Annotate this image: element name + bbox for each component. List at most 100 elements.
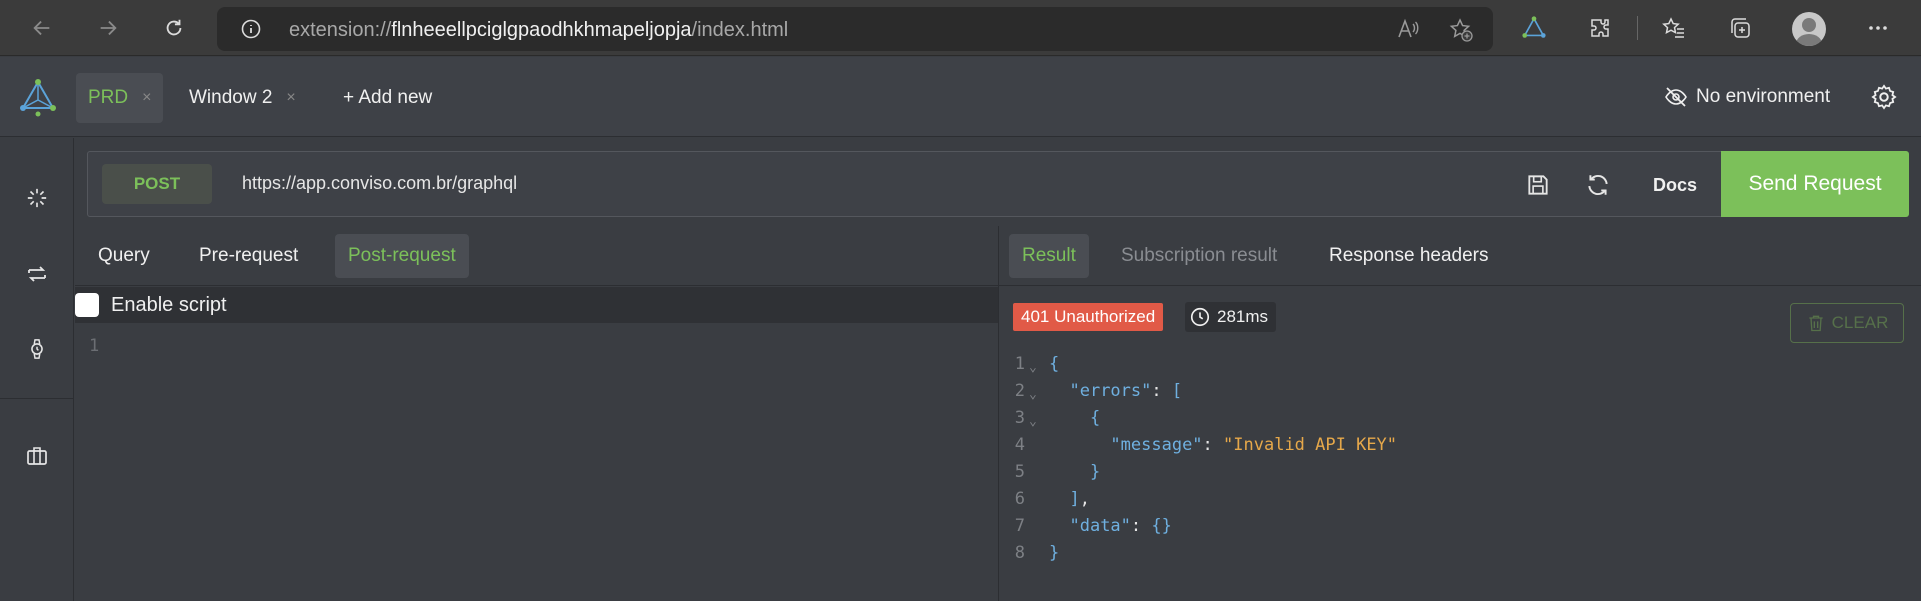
json-key: "data": [1069, 516, 1131, 536]
spinner-icon: [27, 188, 47, 208]
favorites-icon: [1662, 17, 1684, 38]
json-object-value: {}: [1151, 516, 1172, 536]
profile-avatar[interactable]: [1792, 12, 1826, 46]
url-input[interactable]: https://app.conviso.com.br/graphql: [242, 173, 517, 194]
tab-pre-request[interactable]: Pre-request: [186, 234, 311, 278]
watch-icon: [31, 339, 43, 359]
sidebar: [0, 138, 74, 601]
json-string-value: "Invalid API KEY": [1223, 435, 1398, 455]
json-key: "message": [1110, 435, 1203, 455]
response-time-badge: 281ms: [1185, 302, 1277, 332]
method-selector[interactable]: POST: [102, 164, 212, 204]
code-text: {: [1049, 408, 1101, 428]
info-icon[interactable]: [241, 19, 261, 39]
clock-icon: [1190, 307, 1210, 327]
line-number: 5: [1014, 462, 1025, 482]
add-favorite-icon[interactable]: [1449, 18, 1473, 42]
add-new-label: + Add new: [343, 87, 433, 108]
forward-button[interactable]: [90, 10, 126, 46]
json-key: "errors": [1069, 381, 1152, 401]
enable-script-label: Enable script: [111, 293, 227, 316]
result-pane: Result Subscription result Response head…: [999, 226, 1921, 601]
line-number: 6: [1014, 489, 1025, 509]
tab-query[interactable]: Query: [85, 234, 163, 278]
toolbar-divider: [1637, 16, 1638, 40]
query-pane: Query Pre-request Post-request Enable sc…: [75, 226, 998, 601]
settings-gear-icon[interactable]: [1870, 83, 1898, 111]
sidebar-divider: [0, 398, 74, 399]
close-tab-icon[interactable]: ×: [286, 89, 295, 107]
sidebar-item-loading[interactable]: [23, 184, 51, 212]
extensions-button[interactable]: [1586, 14, 1614, 42]
fold-chevron-icon[interactable]: ⌄: [1029, 381, 1037, 408]
collections-icon: [1731, 18, 1750, 38]
eye-off-icon: [1665, 87, 1687, 107]
line-number: 4: [1014, 435, 1025, 455]
briefcase-icon: [27, 447, 47, 465]
more-dots-icon: [1869, 26, 1887, 30]
tab-result[interactable]: Result: [1009, 234, 1089, 278]
app-header: PRD × Window 2 × + Add new No environmen…: [0, 57, 1921, 137]
line-number: 3: [1014, 408, 1025, 428]
editor-line-number: 1: [89, 336, 100, 356]
trash-icon: [1808, 315, 1823, 332]
altair-logo-icon[interactable]: [18, 77, 58, 117]
sidebar-item-watch[interactable]: [23, 335, 51, 363]
back-button[interactable]: [24, 10, 60, 46]
clear-result-button[interactable]: CLEAR: [1790, 303, 1904, 343]
window-tab-label: PRD: [88, 87, 129, 108]
sidebar-item-collections[interactable]: [23, 442, 51, 470]
send-request-button[interactable]: Send Request: [1721, 151, 1909, 217]
swap-arrows-icon: [28, 266, 46, 282]
line-number: 2: [1014, 381, 1025, 401]
add-new-window-button[interactable]: + Add new: [331, 73, 444, 123]
arrow-right-icon: [100, 20, 117, 36]
code-text: }: [1049, 462, 1101, 482]
browser-toolbar: extension://flnheeellpciglgpaodhkhmapelj…: [0, 0, 1921, 56]
status-badge: 401 Unauthorized: [1013, 303, 1164, 331]
refresh-button[interactable]: [156, 10, 192, 46]
address-bar[interactable]: extension://flnheeellpciglgpaodhkhmapelj…: [217, 7, 1493, 51]
arrow-left-icon: [33, 20, 50, 36]
reload-schema-icon[interactable]: [1585, 172, 1611, 198]
tab-subscription-result[interactable]: Subscription result: [1108, 234, 1290, 278]
puzzle-icon: [1591, 19, 1609, 37]
url-path: /index.html: [691, 19, 789, 41]
collections-button[interactable]: [1726, 14, 1754, 42]
more-menu-button[interactable]: [1864, 14, 1892, 42]
url-host: flnheeellpciglgpaodhkhmapeljopja: [391, 19, 692, 41]
clear-label: CLEAR: [1831, 313, 1889, 332]
fold-chevron-icon[interactable]: ⌄: [1029, 408, 1037, 435]
read-aloud-icon[interactable]: [1397, 18, 1419, 40]
fold-chevron-icon[interactable]: ⌄: [1029, 354, 1037, 381]
sidebar-item-history[interactable]: [23, 260, 51, 288]
code-text: {: [1049, 354, 1060, 374]
line-number: 7: [1014, 516, 1025, 536]
result-tabs: Result Subscription result Response head…: [999, 226, 1921, 286]
triangle-logo-icon: [1522, 16, 1546, 38]
window-tab-window-2[interactable]: Window 2 ×: [177, 73, 308, 123]
code-text: "errors": [: [1069, 381, 1183, 401]
code-text: "message": "Invalid API KEY": [1110, 435, 1398, 455]
url-scheme: extension://: [289, 19, 392, 41]
extension-triangle-button[interactable]: [1520, 14, 1548, 42]
tab-post-request[interactable]: Post-request: [335, 234, 469, 278]
close-tab-icon[interactable]: ×: [142, 89, 151, 107]
environment-selector[interactable]: No environment: [1664, 85, 1830, 109]
favorites-button[interactable]: [1660, 14, 1688, 42]
window-tab-prd[interactable]: PRD ×: [76, 73, 164, 123]
save-icon[interactable]: [1525, 172, 1551, 198]
enable-script-row: Enable script: [75, 287, 998, 323]
code-text: "data": {}: [1069, 516, 1172, 536]
line-number: 8: [1014, 543, 1025, 563]
window-tab-label: Window 2: [189, 87, 273, 108]
code-text: }: [1049, 543, 1060, 563]
line-number: 1: [1014, 354, 1025, 374]
docs-button[interactable]: Docs: [1653, 175, 1697, 196]
refresh-icon: [166, 19, 182, 36]
tab-response-headers[interactable]: Response headers: [1316, 234, 1502, 278]
query-tabs: Query Pre-request Post-request: [75, 226, 998, 286]
address-url[interactable]: extension://flnheeellpciglgpaodhkhmapelj…: [289, 19, 788, 42]
enable-script-checkbox[interactable]: [75, 293, 99, 317]
environment-label: No environment: [1696, 86, 1831, 107]
